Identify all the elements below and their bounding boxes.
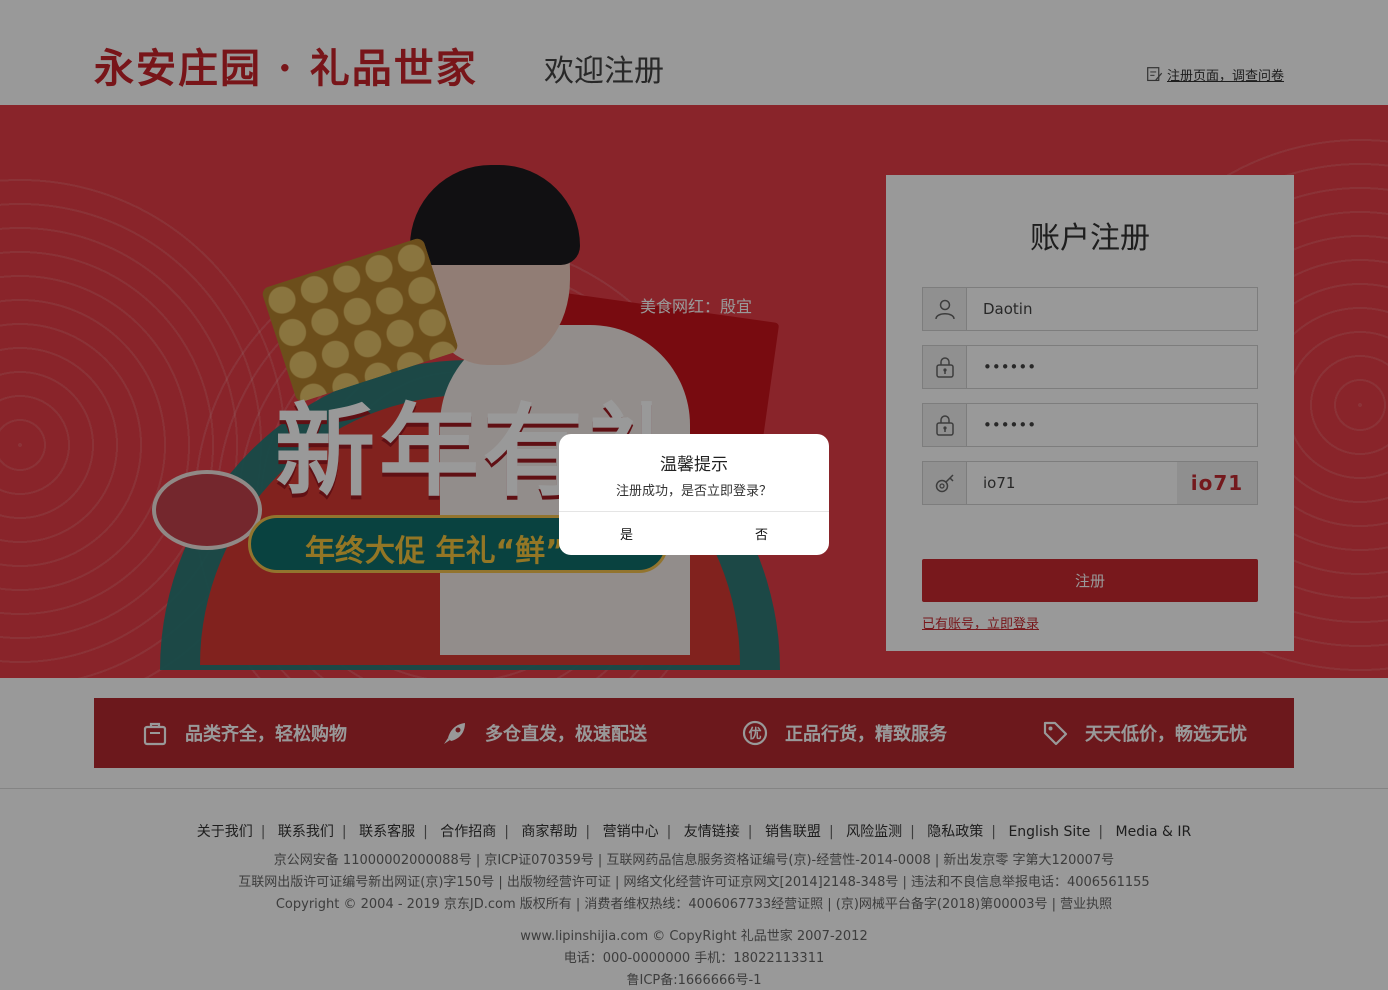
dialog-yes-button[interactable]: 是 <box>559 512 694 555</box>
dialog-no-button[interactable]: 否 <box>694 512 829 555</box>
confirm-dialog: 温馨提示 注册成功，是否立即登录？ 是 否 <box>559 434 829 555</box>
dialog-title: 温馨提示 <box>660 455 728 475</box>
dialog-buttons: 是 否 <box>559 511 829 555</box>
dialog-message: 注册成功，是否立即登录？ <box>615 484 772 499</box>
